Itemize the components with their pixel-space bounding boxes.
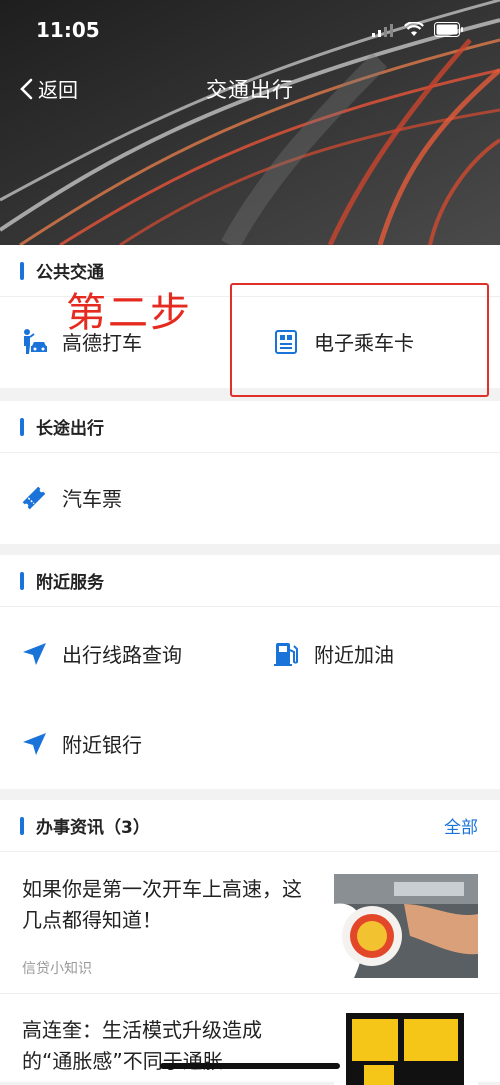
section-news: 办事资讯（3） 全部 如果你是第一次开车上高速，这几点都得知道！ 信贷小知识 高… — [0, 800, 500, 1085]
route-query-label: 出行线路查询 — [62, 643, 182, 667]
home-indicator[interactable] — [160, 1063, 340, 1069]
section-nearby-services: 附近服务 出行线路查询 附近加油 附近银行 — [0, 555, 500, 789]
section-header: 长途出行 — [0, 401, 500, 453]
navigation-arrow-icon — [23, 732, 46, 755]
annotation-highlight-box — [230, 283, 489, 397]
wifi-icon — [404, 22, 424, 36]
news-thumbnail-image — [334, 1013, 478, 1085]
news-thumbnail — [334, 1013, 478, 1085]
page-title: 交通出行 — [206, 78, 294, 102]
gas-station-label: 附近加油 — [314, 643, 394, 667]
route-query-entry[interactable]: 出行线路查询 — [20, 639, 182, 668]
section-title: 长途出行 — [36, 419, 104, 439]
news-thumbnail — [334, 874, 478, 978]
gas-station-entry[interactable]: 附近加油 — [272, 639, 394, 668]
section-title: 办事资讯（3） — [36, 818, 150, 838]
section-accent-bar — [20, 417, 24, 436]
section-header: 附近服务 — [0, 555, 500, 607]
nearby-bank-label: 附近银行 — [62, 733, 142, 757]
navigation-bar: 返回 交通出行 — [0, 68, 500, 108]
section-header: 办事资讯（3） 全部 — [0, 800, 500, 852]
taxi-person-icon — [24, 328, 47, 354]
section-accent-bar — [20, 261, 24, 280]
section-accent-bar — [20, 816, 24, 835]
news-source: 信贷小知识 — [22, 961, 92, 977]
ticket-icon — [22, 486, 46, 509]
status-bar: 11:05 — [0, 0, 500, 60]
bus-ticket-label: 汽车票 — [62, 487, 122, 511]
view-all-link[interactable]: 全部 — [444, 813, 478, 838]
news-thumbnail-image — [334, 874, 478, 978]
battery-icon — [434, 22, 463, 37]
section-title: 附近服务 — [36, 573, 104, 593]
news-item[interactable]: 高连奎：生活模式升级造成的“通胀感”不同于通胀 — [0, 995, 500, 1085]
nearby-bank-entry[interactable]: 附近银行 — [20, 729, 142, 758]
header-banner: 11:05 返回 交通出行 — [0, 0, 500, 245]
status-icons — [372, 22, 464, 37]
annotation-step-label: 第二步 — [66, 290, 192, 336]
bus-ticket-entry[interactable]: 汽车票 — [20, 483, 122, 512]
status-time: 11:05 — [36, 18, 100, 42]
section-accent-bar — [20, 571, 24, 590]
news-item[interactable]: 如果你是第一次开车上高速，这几点都得知道！ 信贷小知识 — [0, 852, 500, 994]
section-long-distance: 长途出行 汽车票 — [0, 401, 500, 544]
news-title: 如果你是第一次开车上高速，这几点都得知道！ — [22, 877, 302, 932]
cellular-signal-icon — [372, 23, 393, 37]
gas-station-icon — [274, 642, 298, 666]
navigation-arrow-icon — [23, 642, 46, 665]
